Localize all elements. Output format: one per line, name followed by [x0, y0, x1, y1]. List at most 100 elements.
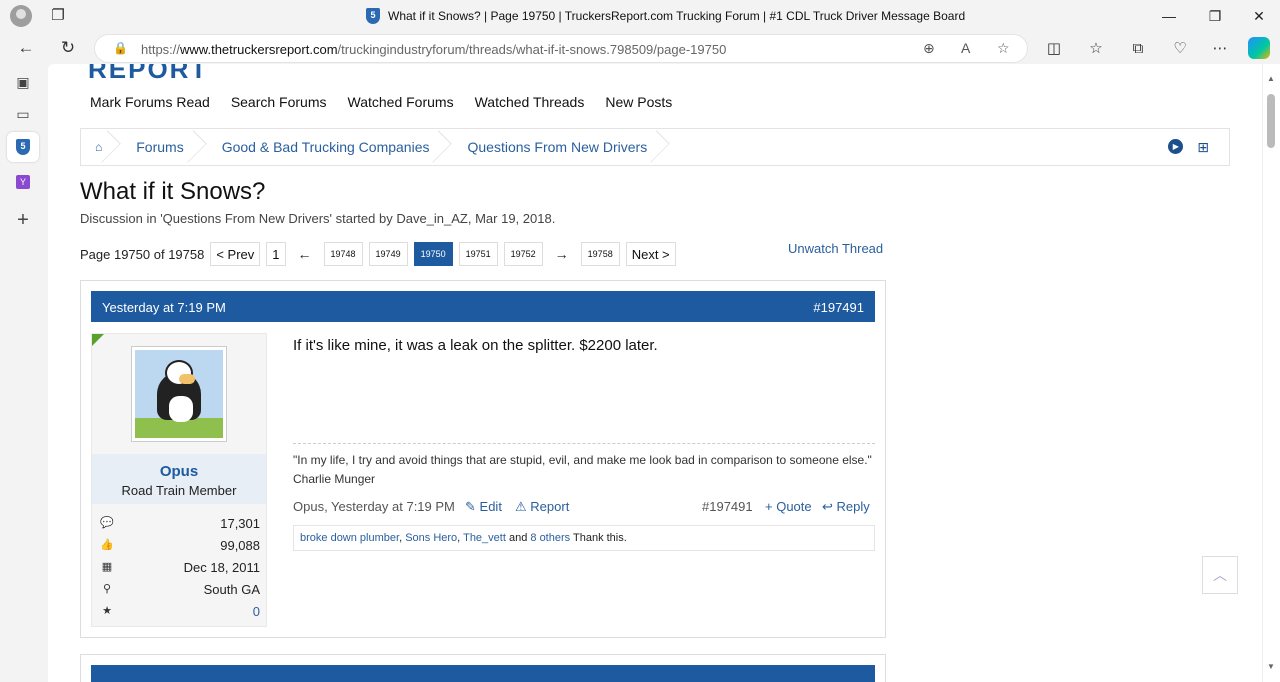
- split-screen-icon[interactable]: ◫: [1042, 36, 1066, 60]
- read-aloud-icon[interactable]: A: [961, 40, 970, 56]
- next-post: [80, 654, 886, 682]
- signature: "In my life, I try and avoid things that…: [293, 453, 872, 486]
- restore-button[interactable]: ❐: [1192, 0, 1238, 32]
- post: Yesterday at 7:19 PM #197491 Opus Road T…: [80, 280, 886, 638]
- nav-watched-forums[interactable]: Watched Forums: [348, 94, 454, 110]
- stat-location: ⚲ South GA: [100, 580, 260, 600]
- like-user[interactable]: Sons Hero: [405, 532, 457, 544]
- left-arrow-icon[interactable]: ←: [292, 246, 318, 262]
- pagination: Page 19750 of 19758 < Prev 1 ← 19748 197…: [80, 241, 676, 267]
- window-title: 5 What if it Snows? | Page 19750 | Truck…: [366, 8, 965, 24]
- browser-essentials-icon[interactable]: ♡: [1168, 36, 1192, 60]
- unwatch-thread-link[interactable]: Unwatch Thread: [788, 241, 883, 256]
- more-menu-icon[interactable]: ⋯: [1208, 36, 1232, 60]
- first-page-button[interactable]: 1: [266, 242, 286, 266]
- url-text[interactable]: https://www.thetruckersreport.com/trucki…: [141, 42, 726, 57]
- nav-search-forums[interactable]: Search Forums: [231, 94, 327, 110]
- warning-icon: ⚠: [515, 499, 527, 514]
- site-favicon-icon: 5: [16, 139, 30, 155]
- add-sidebar-icon[interactable]: +: [11, 208, 35, 232]
- next-page-button[interactable]: Next >: [625, 242, 676, 266]
- stat-trophy: ★ 0: [100, 602, 260, 622]
- favorites-icon[interactable]: ☆: [1084, 36, 1108, 60]
- collections-icon[interactable]: ⧉: [1126, 36, 1150, 60]
- nav-mark-forums-read[interactable]: Mark Forums Read: [90, 94, 210, 110]
- top-navigation: Mark Forums Read Search Forums Watched F…: [90, 94, 672, 110]
- address-bar[interactable]: 🔒 https://www.thetruckersreport.com/truc…: [94, 34, 1028, 63]
- reply-button[interactable]: ↩ Reply: [822, 499, 870, 515]
- sidebar-tab-truckersreport[interactable]: 5: [7, 132, 39, 162]
- profile-avatar-icon[interactable]: [10, 5, 32, 27]
- browser-sidebar: ▣ ▭ 5 Y +: [0, 64, 46, 682]
- stat-likes: 👍 99,088: [100, 538, 260, 553]
- favorite-star-icon[interactable]: ☆: [997, 40, 1010, 57]
- like-user[interactable]: broke down plumber: [300, 532, 399, 544]
- scrollbar-thumb[interactable]: [1267, 94, 1275, 148]
- next-post-header: [91, 665, 875, 682]
- online-indicator: [92, 334, 104, 346]
- close-button[interactable]: ✕: [1236, 0, 1280, 32]
- prev-page-button[interactable]: < Prev: [210, 242, 261, 266]
- page-title: What if it Snows?: [80, 178, 266, 205]
- reply-icon: ↩: [822, 499, 833, 514]
- copilot-icon[interactable]: [1248, 37, 1270, 59]
- scroll-to-top-button[interactable]: ︿: [1202, 556, 1238, 594]
- avatar[interactable]: [131, 346, 227, 442]
- breadcrumb-forums[interactable]: Forums: [120, 129, 205, 165]
- stat-joined: ▦ Dec 18, 2011: [101, 560, 260, 575]
- messages-icon: 💬: [100, 517, 114, 529]
- tab-thumbnail-icon[interactable]: ▭: [11, 102, 35, 126]
- nav-new-posts[interactable]: New Posts: [605, 94, 672, 110]
- breadcrumb-questions-new-drivers[interactable]: Questions From New Drivers: [451, 129, 669, 165]
- jump-to-icon[interactable]: ▶: [1168, 139, 1184, 154]
- title-bar: ❐ 5 What if it Snows? | Page 19750 | Tru…: [0, 0, 1280, 32]
- report-button[interactable]: ⚠ Report: [515, 499, 569, 515]
- post-footer-number[interactable]: #197491: [702, 499, 753, 514]
- post-number[interactable]: #197491: [813, 300, 864, 315]
- user-info: Opus Road Train Member 💬 17,301 👍 99,088 ▦…: [91, 333, 267, 627]
- pencil-icon: ✎: [465, 499, 476, 514]
- vertical-tabs-icon[interactable]: ▣: [11, 70, 35, 94]
- scroll-up-icon[interactable]: ▲: [1267, 74, 1275, 83]
- page-button[interactable]: 19749: [368, 242, 408, 266]
- user-title: Road Train Member: [121, 483, 237, 498]
- current-page-button[interactable]: 19750: [413, 242, 453, 266]
- breadcrumb: ⌂ Forums Good & Bad Trucking Companies Q…: [80, 128, 1230, 166]
- page-scrollbar[interactable]: ▲ ▼: [1262, 64, 1280, 682]
- lock-icon[interactable]: 🔒: [113, 41, 128, 55]
- post-author-time[interactable]: Opus, Yesterday at 7:19 PM: [293, 499, 455, 514]
- breadcrumb-good-bad-companies[interactable]: Good & Bad Trucking Companies: [206, 129, 452, 165]
- stat-messages: 💬 17,301: [100, 516, 260, 531]
- site-logo[interactable]: REPORT: [88, 64, 208, 85]
- username[interactable]: Opus: [92, 463, 266, 480]
- page-button[interactable]: 19751: [458, 242, 498, 266]
- sitemap-icon[interactable]: ⊞: [1197, 139, 1209, 156]
- scroll-down-icon[interactable]: ▼: [1267, 662, 1275, 671]
- signature-divider: [293, 443, 875, 444]
- likes-summary: broke down plumber, Sons Hero, The_vett …: [293, 525, 875, 551]
- page-button[interactable]: 19748: [323, 242, 363, 266]
- home-icon[interactable]: ⌂: [81, 129, 120, 165]
- sidebar-tab-yahoo[interactable]: Y: [11, 170, 35, 194]
- thumbs-up-icon: 👍: [100, 539, 114, 551]
- like-others-link[interactable]: 8 others: [530, 532, 570, 544]
- edit-button[interactable]: ✎ Edit: [465, 499, 502, 515]
- minimize-button[interactable]: —: [1146, 0, 1192, 32]
- zoom-icon[interactable]: ⊕: [923, 40, 935, 57]
- post-header: Yesterday at 7:19 PM #197491: [91, 291, 875, 322]
- star-icon: ★: [102, 605, 112, 617]
- post-message: If it's like mine, it was a leak on the …: [293, 337, 658, 354]
- tab-actions-icon[interactable]: ❐: [48, 6, 68, 26]
- like-user[interactable]: The_vett: [463, 532, 506, 544]
- quote-button[interactable]: + Quote: [765, 499, 812, 514]
- post-date[interactable]: Yesterday at 7:19 PM: [102, 300, 226, 315]
- yahoo-icon: Y: [16, 175, 30, 189]
- last-page-button[interactable]: 19758: [580, 242, 620, 266]
- post-footer: Opus, Yesterday at 7:19 PM ✎ Edit ⚠ Repo…: [293, 499, 875, 519]
- right-arrow-icon[interactable]: →: [549, 246, 575, 262]
- nav-watched-threads[interactable]: Watched Threads: [475, 94, 585, 110]
- page-button[interactable]: 19752: [503, 242, 543, 266]
- page-label: Page 19750 of 19758: [80, 246, 205, 262]
- back-button[interactable]: ←: [12, 36, 40, 60]
- refresh-button[interactable]: ↻: [54, 36, 82, 60]
